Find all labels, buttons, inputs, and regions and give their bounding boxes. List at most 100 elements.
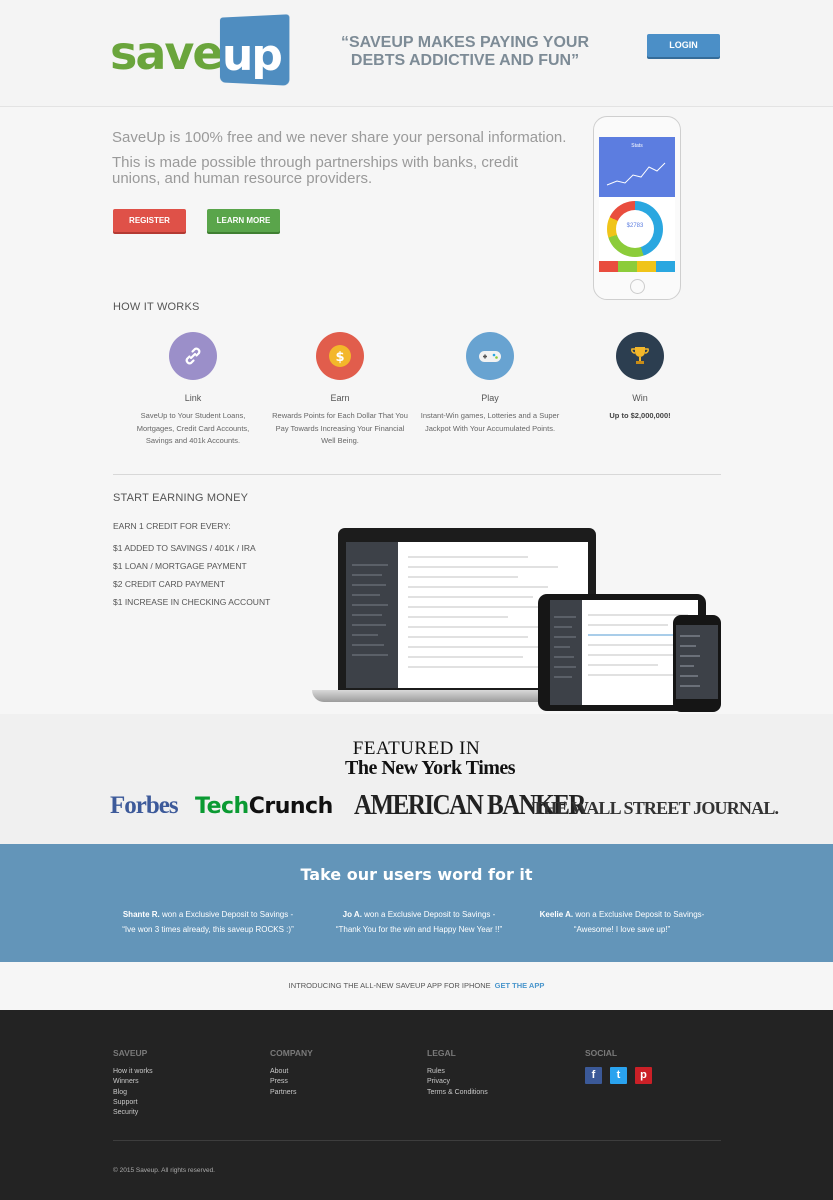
step-description: Up to $2,000,000! — [609, 411, 671, 420]
step-earn: $ Earn Rewards Points for Each Dollar Th… — [270, 332, 410, 448]
copyright-text: © 2015 Saveup. All rights reserved. — [113, 1167, 215, 1174]
footer-link-blog[interactable]: Blog — [113, 1088, 253, 1098]
section-divider — [113, 474, 721, 475]
footer-heading: SOCIAL — [585, 1048, 618, 1058]
footer-column-saveup: SAVEUP How it works Winners Blog Support… — [113, 1048, 253, 1118]
link-icon — [169, 332, 217, 380]
footer-link-security[interactable]: Security — [113, 1108, 253, 1118]
step-description: Rewards Points for Each Dollar That You … — [272, 411, 408, 445]
footer-column-legal: LEGAL Rules Privacy Terms & Conditions — [427, 1048, 567, 1098]
earning-subtitle: EARN 1 CREDIT FOR EVERY: — [113, 521, 231, 531]
footer-link-rules[interactable]: Rules — [427, 1067, 567, 1077]
step-link: Link SaveUp to Your Student Loans, Mortg… — [123, 332, 263, 448]
footer-link-winners[interactable]: Winners — [113, 1077, 253, 1087]
earning-rule: $1 INCREASE IN CHECKING ACCOUNT — [113, 597, 271, 607]
app-promo-bar: INTRODUCING THE ALL-NEW SAVEUP APP FOR I… — [0, 962, 833, 1010]
techcrunch-logo[interactable]: TechCrunch — [195, 794, 333, 819]
gamepad-icon — [466, 332, 514, 380]
testimonial-action: won a Exclusive Deposit to Savings - — [159, 910, 294, 919]
footer-column-social: SOCIAL f t p — [585, 1048, 725, 1084]
testimonial: Keelie A. won a Exclusive Deposit to Sav… — [522, 907, 722, 937]
tablet-app-sidebar — [550, 600, 582, 705]
testimonial-name: Jo A. — [342, 910, 362, 919]
app-promo-text: INTRODUCING THE ALL-NEW SAVEUP APP FOR I… — [288, 981, 491, 990]
step-play: Play Instant-Win games, Lotteries and a … — [420, 332, 560, 435]
coin-icon: $ — [316, 332, 364, 380]
header-tagline: “SAVEUP MAKES PAYING YOUR DEBTS ADDICTIV… — [340, 34, 590, 69]
login-button[interactable]: LOGIN — [647, 34, 720, 57]
footer-heading: COMPANY — [270, 1048, 313, 1058]
phone-stat-bar-green — [618, 261, 637, 272]
footer-link-how-it-works[interactable]: How it works — [113, 1067, 253, 1077]
testimonials-section: Take our users word for it Shante R. won… — [0, 844, 833, 962]
footer-link-privacy[interactable]: Privacy — [427, 1077, 567, 1087]
trophy-icon — [616, 332, 664, 380]
site-footer: SAVEUP How it works Winners Blog Support… — [0, 1010, 833, 1200]
testimonial-name: Keelie A. — [539, 910, 574, 919]
testimonial-quote: “Thank You for the win and Happy New Yea… — [335, 925, 503, 934]
testimonial: Shante R. won a Exclusive Deposit to Sav… — [108, 907, 308, 937]
earning-rule: $1 ADDED TO SAVINGS / 401K / IRA — [113, 543, 256, 553]
logo-up-text: up — [222, 30, 283, 81]
forbes-logo[interactable]: Forbes — [110, 792, 179, 820]
testimonial-quote: “Awesome! I love save up!” — [573, 925, 671, 934]
step-title: Earn — [330, 393, 350, 403]
footer-link-terms[interactable]: Terms & Conditions — [427, 1088, 567, 1098]
featured-in-section: FEATURED IN The New York Times Forbes Te… — [0, 714, 833, 844]
site-header: save up “SAVEUP MAKES PAYING YOUR DEBTS … — [0, 0, 833, 107]
footer-link-partners[interactable]: Partners — [270, 1088, 410, 1098]
testimonial: Jo A. won a Exclusive Deposit to Savings… — [319, 907, 519, 937]
nyt-logo[interactable]: The New York Times — [345, 757, 516, 780]
how-it-works-title: HOW IT WORKS — [113, 301, 200, 313]
step-win: Win Up to $2,000,000! — [570, 332, 710, 423]
phone-stat-bar-yellow — [637, 261, 656, 272]
twitter-icon[interactable]: t — [610, 1067, 627, 1084]
social-icons: f t p — [585, 1067, 725, 1084]
techcrunch-logo-tech: Tech — [195, 794, 249, 819]
wsj-logo[interactable]: THE WALL STREET JOURNAL. — [532, 798, 779, 819]
testimonial-quote: “Ive won 3 times already, this saveup RO… — [122, 925, 294, 934]
step-title: Play — [481, 393, 499, 403]
register-button[interactable]: REGISTER — [113, 209, 186, 232]
phone-mockup-small — [673, 615, 721, 712]
get-the-app-link[interactable]: GET THE APP — [495, 981, 545, 990]
testimonials-title: Take our users word for it — [300, 865, 533, 884]
footer-heading: LEGAL — [427, 1048, 456, 1058]
step-description: SaveUp to Your Student Loans, Mortgages,… — [136, 411, 250, 445]
earning-rule: $2 CREDIT CARD PAYMENT — [113, 579, 225, 589]
step-description: Instant-Win games, Lotteries and a Super… — [420, 411, 560, 433]
testimonial-action: won a Exclusive Deposit to Savings- — [573, 910, 705, 919]
phone-donut-chart — [607, 201, 663, 257]
phone-stats-title: Stats — [631, 143, 643, 149]
logo-save-text: save — [110, 26, 224, 80]
phone-stats-header: Stats — [599, 137, 675, 197]
footer-heading: SAVEUP — [113, 1048, 148, 1058]
testimonial-name: Shante R. — [122, 910, 160, 919]
hero-phone-mockup: Stats $2783 — [593, 116, 681, 300]
phone-home-button — [630, 279, 645, 294]
laptop-app-sidebar — [346, 542, 398, 688]
app-promo-text-wrap: INTRODUCING THE ALL-NEW SAVEUP APP FOR I… — [0, 981, 833, 990]
testimonial-action: won a Exclusive Deposit to Savings - — [361, 910, 496, 919]
footer-link-support[interactable]: Support — [113, 1098, 253, 1108]
techcrunch-logo-crunch: Crunch — [248, 794, 334, 819]
step-title: Link — [184, 393, 202, 403]
pinterest-icon[interactable]: p — [635, 1067, 652, 1084]
step-title: Win — [632, 393, 648, 403]
earning-rule: $1 LOAN / MORTGAGE PAYMENT — [113, 561, 247, 571]
facebook-icon[interactable]: f — [585, 1067, 602, 1084]
phone-amount: $2783 — [626, 223, 644, 229]
phone-stat-bar-red — [599, 261, 618, 272]
footer-link-about[interactable]: About — [270, 1067, 410, 1077]
intro-text-secondary: This is made possible through partnershi… — [112, 154, 519, 187]
learn-more-button[interactable]: LEARN MORE — [207, 209, 280, 232]
svg-text:$: $ — [335, 350, 344, 365]
footer-divider — [113, 1140, 721, 1141]
start-earning-title: START EARNING MONEY — [113, 492, 249, 504]
phone-small-screen — [676, 625, 718, 699]
footer-column-company: COMPANY About Press Partners — [270, 1048, 410, 1098]
phone-screen: Stats $2783 — [599, 137, 675, 272]
phone-stat-bar-blue — [656, 261, 675, 272]
saveup-logo[interactable]: save up — [110, 14, 290, 86]
footer-link-press[interactable]: Press — [270, 1077, 410, 1087]
